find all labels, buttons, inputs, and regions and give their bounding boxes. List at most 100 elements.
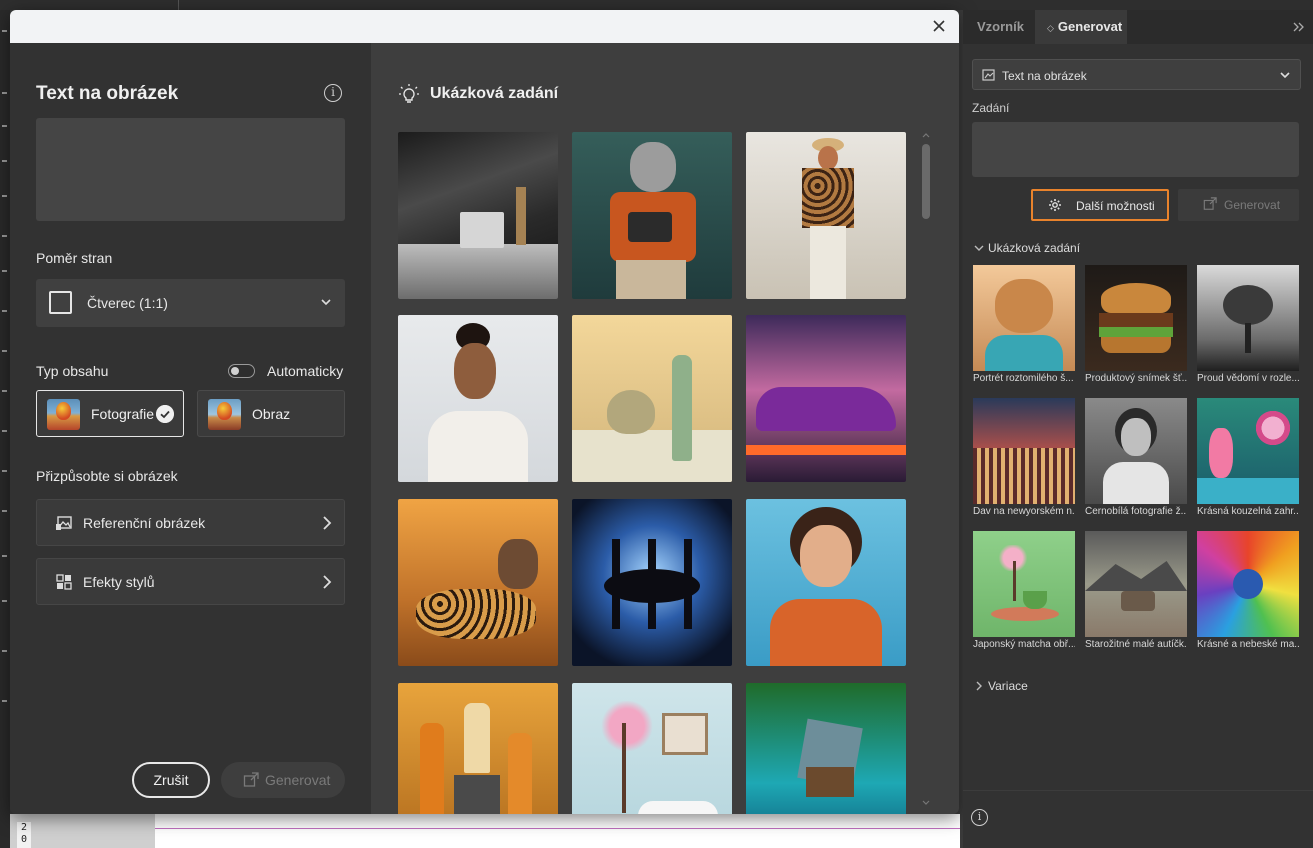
- more-options-label: Další možnosti: [1076, 199, 1155, 213]
- image-reference-icon: [56, 516, 72, 530]
- panel-generate-label: Generovat: [1224, 198, 1281, 212]
- sample-image-cheetah[interactable]: [398, 499, 558, 666]
- generate-icon: [1203, 197, 1217, 210]
- art-thumbnail: [208, 399, 241, 430]
- panel-sample-vintage-car[interactable]: Starožitné malé autíčk...: [1085, 531, 1187, 653]
- panel-generate-button[interactable]: Generovat: [1178, 189, 1299, 221]
- checkmark-icon: [156, 405, 174, 423]
- text-to-image-icon: [982, 69, 995, 81]
- panel-sample-nyc-crowd[interactable]: Dav na newyorském n...: [973, 398, 1075, 520]
- auto-toggle[interactable]: [228, 364, 255, 378]
- style-effects-row[interactable]: Efekty stylů: [36, 558, 345, 605]
- sample-image-portrait-woman[interactable]: [398, 315, 558, 482]
- style-effects-icon: [56, 574, 72, 590]
- panel-sample-mandala[interactable]: Krásné a nebeské ma...: [1197, 531, 1299, 653]
- more-options-button[interactable]: Další možnosti: [1031, 189, 1169, 221]
- sample-caption: Japonský matcha obř...: [973, 639, 1075, 650]
- sample-image-woman-leopard[interactable]: [746, 132, 906, 299]
- sample-caption: Proud vědomí v rozle...: [1197, 373, 1299, 384]
- chevron-right-icon: [323, 575, 332, 589]
- content-type-art-button[interactable]: Obraz: [197, 390, 345, 437]
- panel-divider: [963, 790, 1313, 791]
- sample-image-sports-car[interactable]: [746, 315, 906, 482]
- photo-thumbnail: [47, 399, 80, 430]
- chevron-right-icon: [976, 681, 982, 691]
- generation-mode-value: Text na obrázek: [1002, 69, 1087, 83]
- samples-section-label: Ukázková zadání: [988, 241, 1081, 255]
- panel-sample-bw-portrait[interactable]: Černobílá fotografie ž...: [1085, 398, 1187, 520]
- sample-caption: Dav na newyorském n...: [973, 506, 1075, 517]
- customize-label: Přizpůsobte si obrázek: [36, 468, 178, 484]
- variations-section-header[interactable]: Variace: [974, 679, 1028, 693]
- panel-sample-burger[interactable]: Produktový snímek šť...: [1085, 265, 1187, 387]
- generate-button-label: Generovat: [265, 772, 331, 788]
- sample-image-cherry-blossom[interactable]: [572, 683, 732, 814]
- content-type-label: Typ obsahu: [36, 363, 109, 379]
- samples-section-header[interactable]: Ukázková zadání: [974, 241, 1080, 255]
- ruler-digit: 2: [20, 822, 28, 833]
- panel-sample-matcha[interactable]: Japonský matcha obř...: [973, 531, 1075, 653]
- lightbulb-icon: [399, 84, 419, 103]
- app-top-bar: [0, 0, 1313, 10]
- collapse-panel-icon[interactable]: [1293, 22, 1305, 32]
- sample-caption: Starožitné malé autíčk...: [1085, 639, 1187, 650]
- sample-image-koala[interactable]: [572, 132, 732, 299]
- aspect-ratio-select[interactable]: Čtverec (1:1): [36, 279, 345, 327]
- content-type-photo-button[interactable]: Fotografie: [36, 390, 184, 437]
- gallery-scrollbar[interactable]: [920, 130, 932, 810]
- generate-panel: Vzorník ◇ Generovat Text na obrázek Zadán…: [963, 10, 1313, 848]
- sample-caption: Portrét roztomilého š...: [973, 373, 1074, 384]
- panel-info-icon[interactable]: i: [971, 809, 988, 826]
- sample-caption: Produktový snímek šť...: [1085, 373, 1187, 384]
- auto-toggle-label: Automaticky: [267, 363, 344, 379]
- info-icon[interactable]: i: [324, 84, 342, 102]
- chevron-down-icon: [974, 245, 984, 251]
- close-icon[interactable]: [929, 16, 949, 36]
- generation-mode-select[interactable]: Text na obrázek: [972, 59, 1301, 90]
- left-toolbar[interactable]: [0, 10, 10, 848]
- sample-caption: Černobílá fotografie ž...: [1085, 506, 1187, 517]
- sample-caption: Krásná kouzelná zahr...: [1197, 506, 1299, 517]
- sample-image-marble[interactable]: [398, 132, 558, 299]
- content-type-photo-label: Fotografie: [91, 406, 155, 422]
- prompt-input[interactable]: [36, 118, 345, 221]
- generate-button[interactable]: Generovat: [221, 762, 345, 798]
- panel-prompt-input[interactable]: [972, 122, 1299, 177]
- dialog-settings-pane: Text na obrázek i Poměr stran Čtverec (1…: [10, 43, 371, 814]
- tab-generate[interactable]: ◇ Generovat: [1035, 10, 1127, 44]
- sample-image-cartoon-woman[interactable]: [746, 499, 906, 666]
- reference-image-row[interactable]: Referenční obrázek: [36, 499, 345, 546]
- text-to-image-dialog: Text na obrázek i Poměr stran Čtverec (1…: [10, 10, 959, 814]
- chevron-right-icon: [323, 516, 332, 530]
- scroll-up-icon[interactable]: [922, 132, 930, 140]
- sample-image-ballet[interactable]: [572, 499, 732, 666]
- sample-image-bottles[interactable]: [398, 683, 558, 814]
- panel-sample-brain[interactable]: Proud vědomí v rozle...: [1197, 265, 1299, 387]
- tab-swatches[interactable]: Vzorník: [965, 10, 1036, 44]
- aspect-ratio-value: Čtverec (1:1): [87, 295, 168, 311]
- gallery-title: Ukázková zadání: [430, 85, 559, 102]
- document-canvas: [10, 814, 960, 848]
- sample-caption: Krásné a nebeské ma...: [1197, 639, 1299, 650]
- dialog-title: Text na obrázek: [36, 83, 179, 104]
- square-icon: [49, 291, 72, 314]
- chevron-down-icon: [321, 299, 331, 306]
- style-effects-label: Efekty stylů: [83, 574, 155, 590]
- cancel-button[interactable]: Zrušit: [132, 762, 210, 798]
- ruler-number: 2 0: [17, 822, 31, 848]
- sample-gallery: [398, 132, 908, 814]
- sample-image-teapot[interactable]: [572, 315, 732, 482]
- variations-section-label: Variace: [988, 679, 1028, 693]
- gear-icon: [1049, 199, 1061, 211]
- ruler-digit: 0: [20, 834, 28, 845]
- scroll-down-icon[interactable]: [922, 798, 930, 806]
- panel-tabs: Vzorník ◇ Generovat: [963, 10, 1313, 44]
- panel-prompt-label: Zadání: [972, 101, 1010, 115]
- tab-diamond-icon: ◇: [1047, 23, 1054, 33]
- panel-sample-kitten[interactable]: Portrét roztomilého š...: [973, 265, 1075, 387]
- sample-prompts-pane: Ukázková zadání: [371, 43, 959, 814]
- content-type-art-label: Obraz: [252, 406, 291, 422]
- panel-sample-garden[interactable]: Krásná kouzelná zahr...: [1197, 398, 1299, 520]
- scroll-thumb[interactable]: [922, 144, 930, 219]
- sample-image-island-house[interactable]: [746, 683, 906, 814]
